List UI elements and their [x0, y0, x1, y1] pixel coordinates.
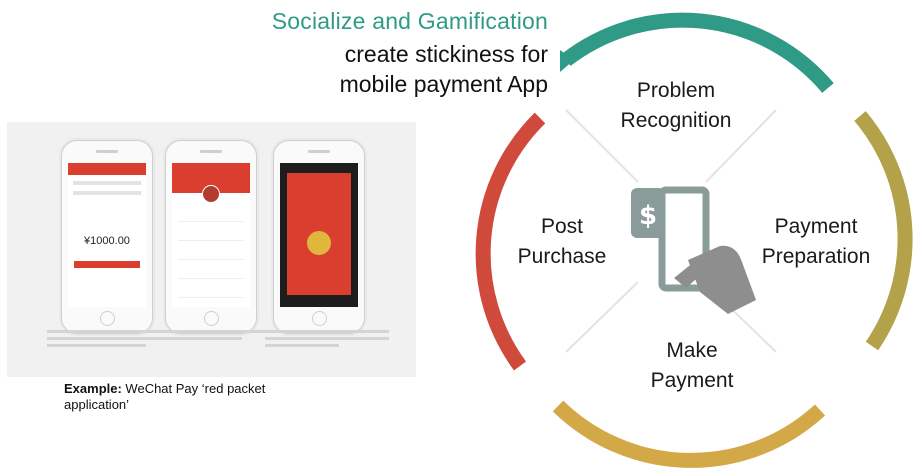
stage-top-line-2: Recognition [620, 109, 732, 132]
stage-post-purchase: Post Purchase [508, 212, 616, 272]
stage-problem-recognition: Problem Recognition [614, 76, 738, 136]
stage-make-payment: Make Payment [634, 336, 750, 396]
stage-payment-preparation: Payment Preparation [752, 212, 880, 272]
stage-left-line-2: Purchase [517, 245, 607, 268]
stage-right-line-2: Preparation [761, 245, 871, 268]
divider-line-sw [565, 281, 639, 353]
phone-with-dollar-icon: $ [631, 186, 756, 314]
stage-bottom-line-2: Payment [650, 369, 734, 392]
svg-text:$: $ [639, 201, 657, 231]
stage-left-line-1: Post [540, 215, 584, 238]
stage-top-line-1: Problem [636, 79, 716, 102]
stage-right-line-1: Payment [774, 215, 858, 238]
arc-payment-gold [552, 400, 826, 468]
stage-bottom-line-1: Make [666, 339, 718, 362]
